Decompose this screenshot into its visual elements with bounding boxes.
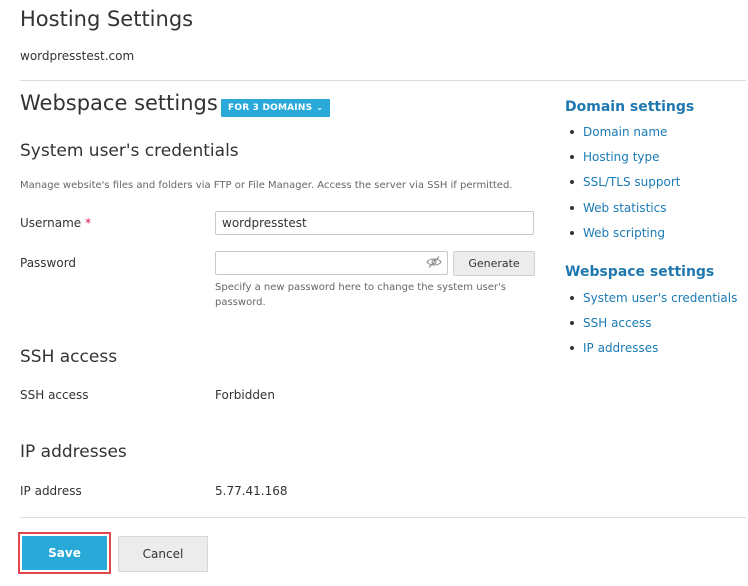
bullet [570, 179, 574, 184]
bullet [570, 230, 574, 235]
sidebar-link-ssh-access[interactable]: SSH access [570, 316, 652, 330]
bullet [570, 295, 574, 300]
sidebar-domain-settings-heading: Domain settings [565, 99, 695, 115]
bullet [570, 129, 574, 134]
webspace-settings-title: Webspace settings [20, 91, 218, 115]
ip-heading: IP addresses [20, 442, 127, 462]
sidebar-link-label: Domain name [583, 125, 668, 139]
password-hint-line2: password. [215, 297, 266, 308]
save-button[interactable]: Save [22, 536, 107, 570]
header-divider [20, 80, 746, 81]
sidebar-link-hosting-type[interactable]: Hosting type [570, 150, 660, 164]
sidebar-link-label: Web statistics [583, 201, 667, 215]
domain-name: wordpresstest.com [20, 49, 135, 63]
eye-slash-icon[interactable] [426, 255, 442, 269]
password-field[interactable] [215, 251, 448, 275]
cancel-button[interactable]: Cancel [118, 536, 208, 572]
username-field[interactable] [215, 211, 534, 235]
ip-address-label: IP address [20, 484, 82, 498]
sidebar-link-label: SSL/TLS support [583, 175, 681, 189]
required-marker: * [85, 216, 92, 230]
ssh-access-value: Forbidden [215, 388, 275, 402]
bullet [570, 320, 574, 325]
password-hint-line1: Specify a new password here to change th… [215, 282, 506, 293]
password-label: Password [20, 256, 77, 270]
sidebar-link-ssl-tls[interactable]: SSL/TLS support [570, 175, 680, 189]
credentials-heading: System user's credentials [20, 141, 239, 161]
sidebar-webspace-settings-heading: Webspace settings [565, 264, 715, 280]
page-title: Hosting Settings [20, 7, 194, 31]
sidebar-link-ip-addresses[interactable]: IP addresses [570, 341, 658, 355]
bullet [570, 345, 574, 350]
ip-address-value: 5.77.41.168 [215, 484, 288, 498]
ssh-access-label: SSH access [20, 388, 89, 402]
username-label: Username * [20, 216, 91, 230]
sidebar-link-domain-name[interactable]: Domain name [570, 125, 667, 139]
sidebar-link-system-user-credentials[interactable]: System user's credentials [570, 291, 737, 305]
chevron-down-icon: ⌄ [316, 103, 324, 112]
bullet [570, 205, 574, 210]
credentials-description: Manage website's files and folders via F… [20, 180, 513, 191]
sidebar-link-label: Hosting type [583, 150, 660, 164]
sidebar-link-label: IP addresses [583, 341, 659, 355]
sidebar-link-web-scripting[interactable]: Web scripting [570, 226, 665, 240]
sidebar-link-label: SSH access [583, 316, 652, 330]
username-label-text: Username [20, 216, 82, 230]
footer-divider [20, 517, 746, 518]
sidebar-link-label: System user's credentials [583, 291, 738, 305]
ssh-heading: SSH access [20, 347, 118, 367]
domains-scope-label: FOR 3 DOMAINS [228, 103, 313, 113]
generate-password-button[interactable]: Generate [453, 251, 535, 276]
domains-scope-dropdown[interactable]: FOR 3 DOMAINS ⌄ [221, 99, 331, 117]
bullet [570, 154, 574, 159]
sidebar-link-label: Web scripting [583, 226, 665, 240]
sidebar-link-web-statistics[interactable]: Web statistics [570, 201, 666, 215]
